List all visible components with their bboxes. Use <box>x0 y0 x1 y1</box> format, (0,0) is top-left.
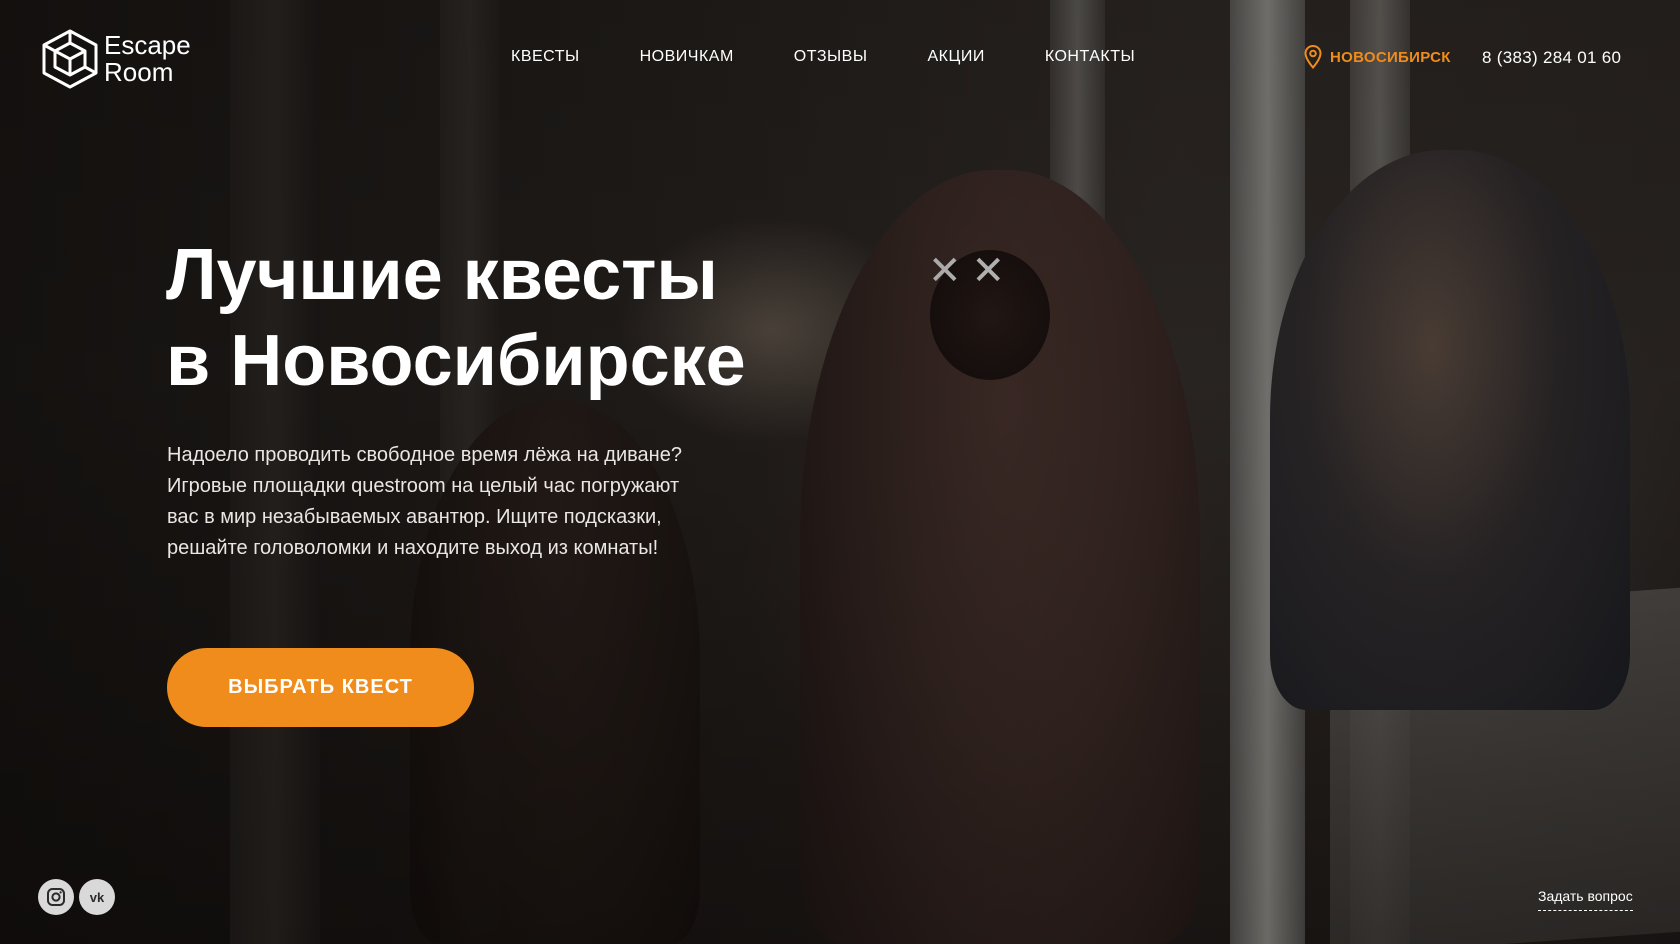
instagram-link[interactable] <box>38 879 74 915</box>
logo-text: Escape Room <box>104 32 191 86</box>
hero-text-line: Надоело проводить свободное время лёжа н… <box>167 444 682 466</box>
city-label: НОВОСИБИРСК <box>1330 48 1451 66</box>
hero-text-line: решайте головоломки и находите выход из … <box>167 537 659 559</box>
ask-question-link[interactable]: Задать вопрос <box>1538 888 1633 911</box>
nav-item-contacts[interactable]: КОНТАКТЫ <box>1045 48 1135 66</box>
nav-item-beginners[interactable]: НОВИЧКАМ <box>640 48 734 66</box>
hero-title: Лучшие квесты в Новосибирске <box>166 232 886 404</box>
phone-link[interactable]: 8 (383) 284 01 60 <box>1482 48 1621 68</box>
location-pin-icon <box>1304 45 1322 69</box>
logo-line2: Room <box>104 57 174 87</box>
city-selector[interactable]: НОВОСИБИРСК <box>1304 45 1451 69</box>
hero-title-line1: Лучшие квесты <box>166 235 718 315</box>
hero-text-line: вас в мир незабываемых авантюр. Ищите по… <box>167 506 662 528</box>
vk-icon: vk <box>89 889 105 905</box>
nav-item-reviews[interactable]: ОТЗЫВЫ <box>794 48 868 66</box>
logo-link[interactable]: Escape Room <box>40 28 191 90</box>
nav-item-quests[interactable]: КВЕСТЫ <box>511 48 580 66</box>
site-header: Escape Room КВЕСТЫ НОВИЧКАМ ОТЗЫВЫ АКЦИИ… <box>0 0 1680 120</box>
instagram-icon <box>47 888 65 906</box>
choose-quest-button[interactable]: ВЫБРАТЬ КВЕСТ <box>167 648 474 727</box>
cube-logo-icon <box>42 29 98 89</box>
nav-item-promotions[interactable]: АКЦИИ <box>927 48 984 66</box>
hero-description: Надоело проводить свободное время лёжа н… <box>167 440 747 564</box>
social-links: vk <box>38 879 115 915</box>
hero-text-line: Игровые площадки questroom на целый час … <box>167 475 680 497</box>
vk-link[interactable]: vk <box>79 879 115 915</box>
hero-title-line2: в Новосибирске <box>166 321 746 401</box>
logo-line1: Escape <box>104 30 191 60</box>
main-nav: КВЕСТЫ НОВИЧКАМ ОТЗЫВЫ АКЦИИ КОНТАКТЫ <box>511 48 1135 66</box>
